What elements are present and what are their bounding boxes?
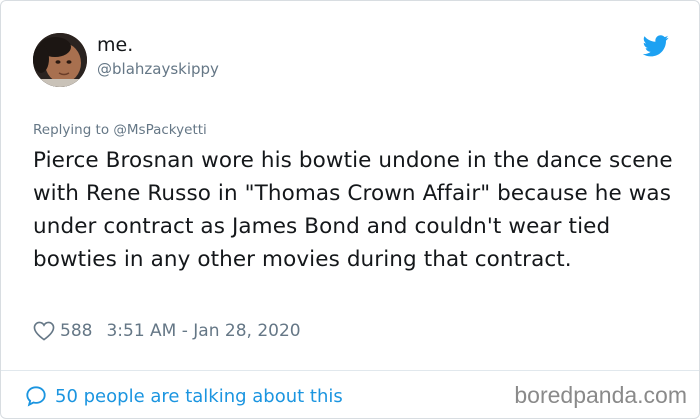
- tweet-timestamp[interactable]: 3:51 AM - Jan 28, 2020: [106, 321, 300, 341]
- conversation-link[interactable]: 50 people are talking about this: [25, 383, 343, 409]
- replying-to-line[interactable]: Replying to @MsPackyetti: [33, 122, 207, 138]
- boredpanda-watermark: boredpanda.com: [514, 382, 687, 408]
- tweet-text: Pierce Brosnan wore his bowtie undone in…: [33, 148, 673, 272]
- author-display-name[interactable]: me.: [97, 34, 133, 56]
- heart-icon[interactable]: [33, 321, 55, 341]
- tweet-meta: 588 3:51 AM - Jan 28, 2020: [33, 319, 301, 343]
- avatar[interactable]: [33, 33, 87, 87]
- avatar-image: [33, 33, 87, 87]
- like-count: 588: [60, 321, 93, 341]
- author-handle[interactable]: @blahzayskippy: [97, 60, 219, 78]
- twitter-bird-icon[interactable]: [643, 35, 669, 57]
- tweet-card: me. @blahzayskippy Replying to @MsPackye…: [0, 0, 700, 419]
- speech-bubble-icon: [26, 386, 46, 407]
- conversation-link-label: 50 people are talking about this: [55, 385, 343, 407]
- footer-divider: [1, 370, 699, 371]
